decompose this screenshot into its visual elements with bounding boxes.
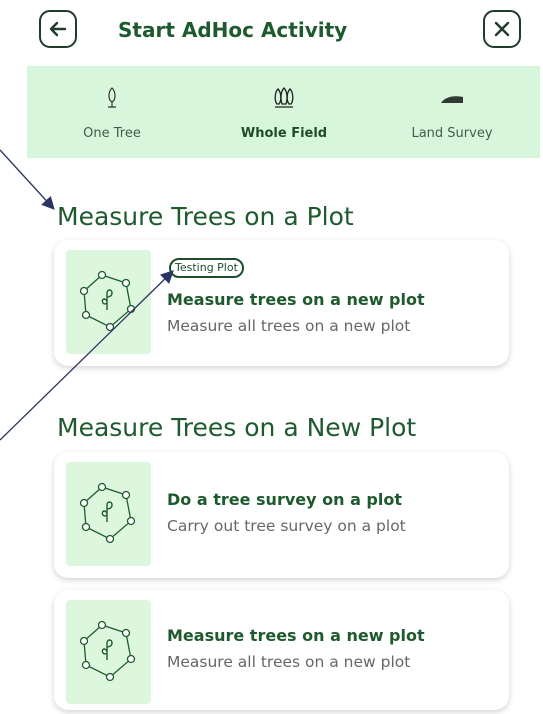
single-tree-icon xyxy=(108,87,116,108)
plot-activity-card[interactable]: Testing Plot Measure trees on a new plot… xyxy=(54,240,509,366)
arrow-left-icon xyxy=(49,21,67,37)
plot-sprout-icon xyxy=(79,620,135,682)
plot-activity-card[interactable]: Do a tree survey on a plot Carry out tre… xyxy=(54,452,509,578)
section-title: Measure Trees on a New Plot xyxy=(57,413,417,442)
testing-plot-badge: Testing Plot xyxy=(169,258,244,278)
card-thumbnail xyxy=(66,462,151,566)
forest-icon xyxy=(274,87,294,108)
card-thumbnail xyxy=(66,600,151,704)
card-subtitle: Carry out tree survey on a plot xyxy=(167,517,406,535)
header: Start AdHoc Activity xyxy=(0,0,543,66)
card-subtitle: Measure all trees on a new plot xyxy=(167,653,411,671)
terrain-icon xyxy=(441,96,463,103)
tab-one-tree[interactable]: One Tree xyxy=(27,66,197,158)
plot-activity-card[interactable]: Measure trees on a new plot Measure all … xyxy=(54,590,509,710)
back-button[interactable] xyxy=(39,10,77,48)
card-title: Measure trees on a new plot xyxy=(167,626,425,645)
card-thumbnail xyxy=(66,250,151,354)
tab-whole-field[interactable]: Whole Field xyxy=(199,66,369,158)
tab-label: Land Survey xyxy=(411,126,493,141)
tab-land-survey[interactable]: Land Survey xyxy=(367,66,537,158)
card-subtitle: Measure all trees on a new plot xyxy=(167,317,411,335)
tab-label: One Tree xyxy=(83,126,141,141)
card-title: Measure trees on a new plot xyxy=(167,290,425,309)
annotation-arrow xyxy=(0,149,55,210)
page-title: Start AdHoc Activity xyxy=(118,18,348,42)
plot-sprout-icon xyxy=(79,270,135,332)
close-button[interactable] xyxy=(483,10,521,48)
plot-sprout-icon xyxy=(79,482,135,544)
tab-label: Whole Field xyxy=(240,126,328,141)
activity-tabs: One Tree Whole Field Land Survey xyxy=(27,66,540,158)
section-title: Measure Trees on a Plot xyxy=(57,202,354,231)
card-title: Do a tree survey on a plot xyxy=(167,490,403,509)
close-icon xyxy=(494,21,510,37)
